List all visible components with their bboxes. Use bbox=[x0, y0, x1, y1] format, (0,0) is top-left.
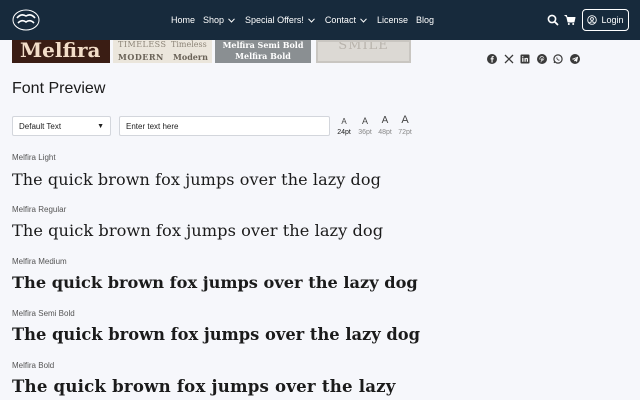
nav-shop-label: Shop bbox=[203, 15, 225, 25]
text-preset-select[interactable]: Default Text ▼ bbox=[12, 116, 111, 136]
thumbnail-text: Melfira bbox=[20, 40, 101, 62]
font-weight-label: Melfira Semi Bold bbox=[12, 309, 75, 318]
chevron-down-icon bbox=[308, 17, 315, 23]
login-button[interactable]: Login bbox=[582, 9, 629, 31]
nav-contact-label: Contact bbox=[324, 15, 356, 25]
product-thumbnail[interactable]: Melfira Semi Bold Melfira Bold bbox=[215, 40, 311, 63]
whatsapp-icon[interactable] bbox=[553, 54, 563, 64]
login-label: Login bbox=[601, 15, 624, 25]
product-thumbnail[interactable]: TIMELESS Timeless MODERN Modern bbox=[113, 40, 212, 63]
thumbnail-text: Modern bbox=[173, 52, 208, 62]
linkedin-icon[interactable] bbox=[520, 54, 530, 64]
font-sample-text: The quick brown fox jumps over the lazy … bbox=[12, 325, 421, 344]
store-logo-icon[interactable] bbox=[12, 8, 40, 32]
nav-blog-label: Blog bbox=[415, 15, 434, 25]
select-value: Default Text bbox=[19, 121, 62, 131]
nav-special-offers[interactable]: Special Offers! bbox=[245, 15, 317, 25]
size-option-72pt[interactable]: A 72pt bbox=[395, 114, 415, 137]
main-nav: Home Shop Special Offers! Contact Licens… bbox=[171, 0, 442, 40]
nav-license[interactable]: License bbox=[377, 15, 408, 25]
page-title: Font Preview bbox=[12, 80, 106, 97]
size-label: 48pt bbox=[378, 129, 392, 136]
nav-special-offers-label: Special Offers! bbox=[245, 15, 304, 25]
thumbnail-text: Timeless bbox=[171, 40, 207, 49]
share-icons bbox=[487, 54, 586, 64]
size-label: 72pt bbox=[398, 129, 412, 136]
size-label: 36pt bbox=[358, 129, 372, 136]
font-weight-label: Melfira Light bbox=[12, 153, 56, 162]
nav-home[interactable]: Home bbox=[171, 15, 195, 25]
pinterest-icon[interactable] bbox=[536, 54, 547, 64]
size-glyph: A bbox=[401, 114, 409, 126]
chevron-down-icon bbox=[360, 17, 367, 23]
font-weight-label: Melfira Medium bbox=[12, 257, 67, 266]
facebook-icon[interactable] bbox=[487, 54, 497, 64]
size-glyph: A bbox=[341, 117, 347, 126]
nav-license-label: License bbox=[376, 15, 408, 25]
chevron-down-icon bbox=[228, 17, 235, 23]
nav-home-label: Home bbox=[171, 15, 196, 25]
x-icon[interactable] bbox=[504, 54, 514, 64]
caret-down-icon: ▼ bbox=[97, 123, 104, 130]
telegram-icon[interactable] bbox=[569, 54, 580, 64]
thumbnail-text: Melfira Bold bbox=[235, 51, 291, 61]
size-glyph: A bbox=[361, 116, 368, 126]
size-label: 24pt bbox=[337, 129, 351, 136]
thumbnail-text: MODERN bbox=[118, 52, 164, 62]
thumbnail-text: SMILE bbox=[338, 40, 389, 53]
product-thumbnail[interactable]: Melfira bbox=[12, 40, 110, 63]
product-thumbnail[interactable]: SMILE bbox=[316, 40, 411, 63]
top-navigation-bar: Home Shop Special Offers! Contact Licens… bbox=[0, 0, 640, 40]
font-sample-text: The quick brown fox jumps over the lazy … bbox=[12, 170, 381, 189]
size-option-24pt[interactable]: A 24pt bbox=[334, 114, 354, 137]
size-glyph: A bbox=[381, 115, 389, 126]
size-option-48pt[interactable]: A 48pt bbox=[375, 114, 395, 137]
nav-contact[interactable]: Contact bbox=[325, 15, 369, 25]
preview-text-input[interactable] bbox=[119, 116, 330, 136]
thumbnail-text: Melfira Semi Bold bbox=[222, 40, 304, 50]
font-weight-label: Melfira Bold bbox=[12, 361, 55, 370]
nav-blog[interactable]: Blog bbox=[416, 15, 434, 25]
font-sample-text: The quick brown fox jumps over the lazy … bbox=[12, 221, 384, 240]
cart-icon[interactable] bbox=[563, 13, 577, 27]
search-icon[interactable] bbox=[546, 13, 560, 27]
font-sample-text: The quick brown fox jumps over the lazy bbox=[12, 376, 396, 396]
user-circle-icon bbox=[587, 15, 598, 25]
nav-shop[interactable]: Shop bbox=[203, 15, 237, 25]
font-sample-text: The quick brown fox jumps over the lazy … bbox=[12, 273, 418, 292]
font-weight-label: Melfira Regular bbox=[12, 205, 67, 214]
size-option-36pt[interactable]: A 36pt bbox=[355, 114, 375, 137]
thumbnail-text: TIMELESS bbox=[118, 40, 167, 49]
